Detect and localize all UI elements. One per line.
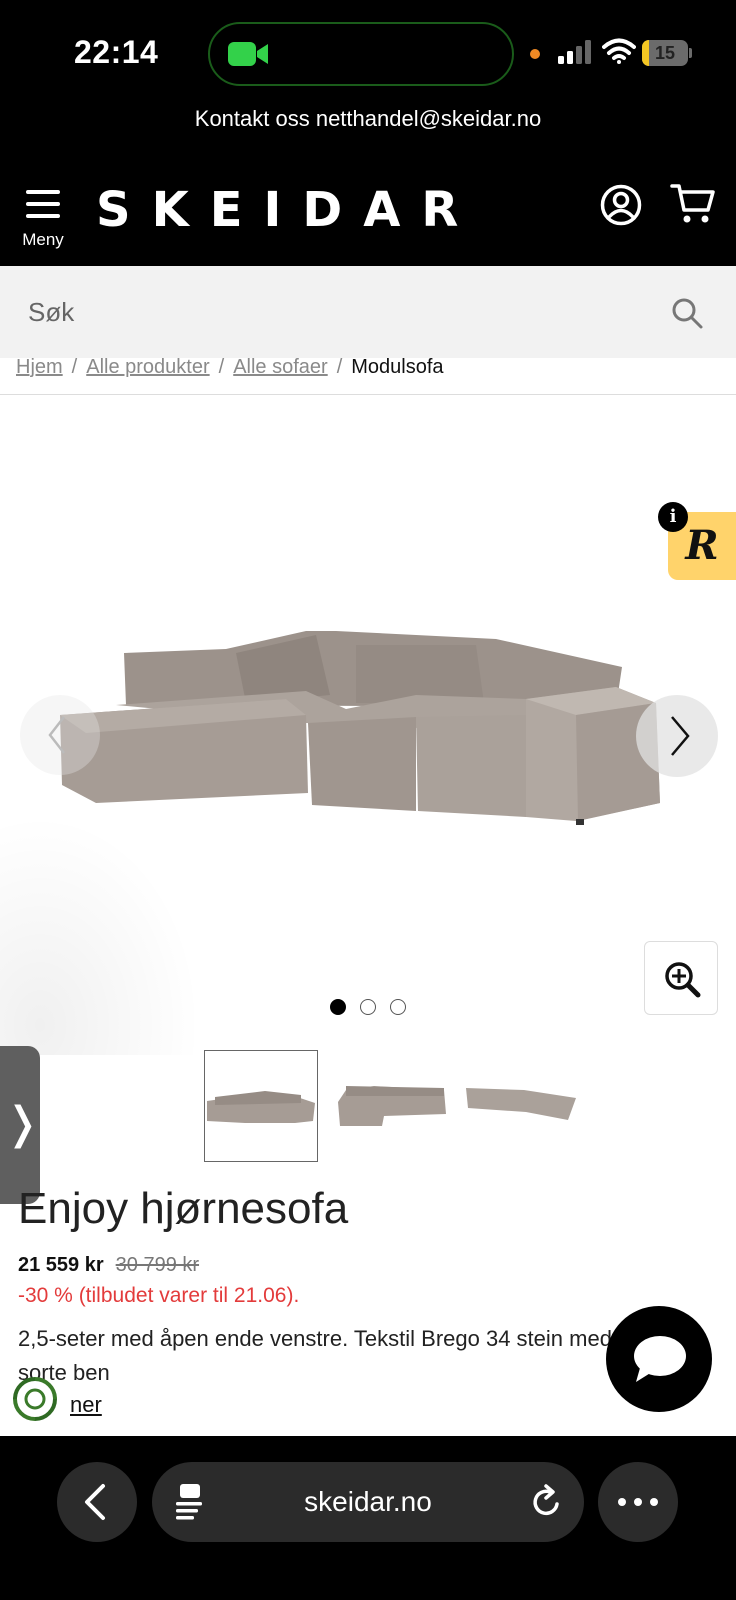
shopping-cart-icon[interactable] bbox=[670, 182, 716, 226]
browser-back-button[interactable] bbox=[57, 1462, 137, 1542]
skeidar-logo[interactable]: SKEIDAR bbox=[96, 182, 479, 238]
side-drawer-tab[interactable]: ❭ bbox=[0, 1046, 41, 1204]
breadcrumb-separator: / bbox=[336, 356, 343, 378]
browser-more-button[interactable] bbox=[598, 1462, 678, 1542]
facetime-video-icon bbox=[228, 42, 268, 66]
dynamic-island bbox=[208, 22, 514, 86]
cellular-signal-icon bbox=[558, 40, 591, 64]
battery-body: 15 bbox=[642, 40, 688, 66]
corner-sofa-image bbox=[60, 631, 660, 825]
sofa-thumbnail-image bbox=[338, 1086, 446, 1126]
chat-bubble-icon bbox=[634, 1336, 686, 1382]
gallery-prev-button[interactable] bbox=[20, 695, 100, 775]
breadcrumb-link-all-products[interactable]: Alle produkter bbox=[86, 356, 209, 378]
user-account-icon[interactable] bbox=[600, 184, 642, 226]
current-price: 21 559 kr bbox=[18, 1254, 104, 1276]
thumbnail-2[interactable] bbox=[334, 1050, 448, 1162]
search-input[interactable] bbox=[0, 266, 660, 358]
product-image-gallery[interactable] bbox=[0, 395, 736, 1055]
breadcrumb: Hjem / Alle produkter / Alle sofaer / Modulsof… bbox=[16, 356, 444, 394]
discount-text: -30 % (tilbudet varer til 21.06). bbox=[18, 1284, 300, 1307]
gallery-dot-2[interactable] bbox=[360, 999, 376, 1015]
chevron-right-icon: ❭ bbox=[4, 1099, 41, 1148]
breadcrumb-current: Modulsofa bbox=[351, 356, 444, 378]
breadcrumb-link-home[interactable]: Hjem bbox=[16, 356, 63, 378]
hamburger-menu-icon bbox=[26, 190, 60, 218]
contact-bar[interactable]: Kontakt oss netthandel@skeidar.no bbox=[0, 100, 736, 158]
battery-cap bbox=[689, 48, 692, 58]
old-price: 30 799 kr bbox=[115, 1254, 200, 1276]
search-bar bbox=[0, 266, 736, 358]
search-icon[interactable] bbox=[670, 296, 704, 330]
status-bar: 22:14 15 bbox=[0, 0, 736, 100]
reviews-info-badge[interactable]: i bbox=[658, 502, 688, 532]
breadcrumb-separator: / bbox=[71, 356, 78, 378]
zoom-button[interactable] bbox=[644, 941, 718, 1015]
page: 22:14 15 Kontakt oss netthandel@skeidar.… bbox=[0, 0, 736, 1600]
breadcrumb-separator: / bbox=[218, 356, 225, 378]
more-options-icon bbox=[618, 1498, 658, 1506]
thumbnail-3[interactable] bbox=[464, 1050, 578, 1162]
reload-icon[interactable] bbox=[528, 1482, 564, 1522]
site-header: Meny SKEIDAR bbox=[0, 158, 736, 266]
zoom-in-icon bbox=[665, 962, 701, 998]
url-text[interactable]: skeidar.no bbox=[152, 1462, 584, 1542]
privacy-indicator-dot bbox=[530, 49, 540, 59]
gallery-dot-3[interactable] bbox=[390, 999, 406, 1015]
status-time: 22:14 bbox=[74, 34, 159, 70]
breadcrumb-link-all-sofas[interactable]: Alle sofaer bbox=[233, 356, 328, 378]
sofa-thumbnail-image bbox=[466, 1088, 576, 1120]
gallery-dot-1[interactable] bbox=[330, 999, 346, 1015]
battery-percent: 15 bbox=[654, 43, 676, 63]
contact-text[interactable]: Kontakt oss netthandel@skeidar.no bbox=[195, 106, 541, 131]
wifi-icon bbox=[602, 38, 636, 64]
product-description: 2,5-seter med åpen ende venstre. Tekstil… bbox=[18, 1326, 612, 1385]
read-more-link[interactable]: ner bbox=[70, 1392, 102, 1418]
sofa-thumbnail-image bbox=[207, 1091, 315, 1123]
battery-indicator: 15 bbox=[642, 40, 692, 66]
price-row: 21 559 kr 30 799 kr bbox=[18, 1254, 199, 1277]
chat-button[interactable] bbox=[606, 1306, 712, 1412]
address-bar[interactable]: skeidar.no bbox=[152, 1462, 584, 1542]
eco-label-icon[interactable] bbox=[12, 1376, 58, 1422]
reviews-logo-letter: R bbox=[684, 522, 718, 569]
chevron-left-icon bbox=[85, 1484, 105, 1520]
chevron-left-icon bbox=[48, 716, 65, 754]
menu-label: Meny bbox=[22, 230, 64, 249]
thumbnail-1[interactable] bbox=[204, 1050, 318, 1162]
chevron-right-icon bbox=[671, 716, 690, 756]
gallery-next-button[interactable] bbox=[636, 695, 718, 777]
product-title: Enjoy hjørnesofa bbox=[18, 1184, 349, 1233]
menu-button[interactable]: Meny bbox=[18, 188, 68, 254]
gallery-shadow bbox=[0, 815, 200, 1055]
browser-toolbar: skeidar.no bbox=[0, 1436, 736, 1600]
